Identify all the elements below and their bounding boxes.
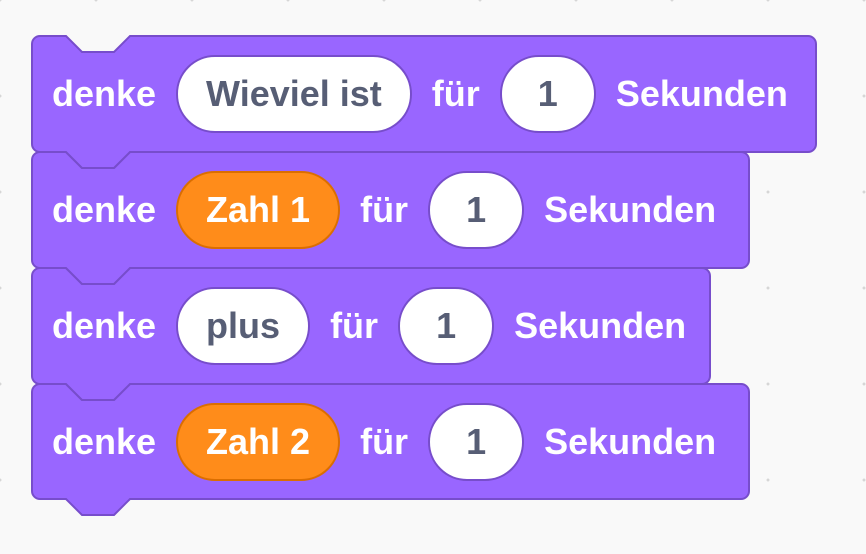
- seconds-unit-label: Sekunden: [514, 305, 687, 346]
- think-block-3[interactable]: denke plus für 1 Sekunden: [32, 268, 686, 384]
- think-label: denke: [52, 189, 157, 230]
- seconds-input[interactable]: 1: [428, 403, 525, 481]
- think-block-4[interactable]: denke Zahl 2 für 1 Sekunden: [32, 384, 716, 500]
- think-label: denke: [52, 421, 157, 462]
- variable-reporter-zahl-1[interactable]: Zahl 1: [176, 171, 341, 249]
- think-label: denke: [52, 73, 157, 114]
- for-label: für: [330, 305, 379, 346]
- message-input[interactable]: plus: [176, 287, 311, 365]
- think-block-1[interactable]: denke Wieviel ist für 1 Sekunden: [32, 36, 788, 152]
- seconds-unit-label: Sekunden: [615, 73, 788, 114]
- seconds-unit-label: Sekunden: [544, 189, 717, 230]
- for-label: für: [431, 73, 480, 114]
- think-label: denke: [52, 305, 157, 346]
- variable-reporter-zahl-2[interactable]: Zahl 2: [176, 403, 341, 481]
- seconds-input[interactable]: 1: [428, 171, 525, 249]
- seconds-unit-label: Sekunden: [544, 421, 717, 462]
- think-block-2[interactable]: denke Zahl 1 für 1 Sekunden: [32, 152, 716, 268]
- for-label: für: [360, 421, 409, 462]
- message-input[interactable]: Wieviel ist: [176, 55, 412, 133]
- for-label: für: [360, 189, 409, 230]
- code-workspace[interactable]: denke Wieviel ist für 1 Sekunden denke Z…: [0, 0, 866, 554]
- seconds-input[interactable]: 1: [499, 55, 596, 133]
- seconds-input[interactable]: 1: [398, 287, 495, 365]
